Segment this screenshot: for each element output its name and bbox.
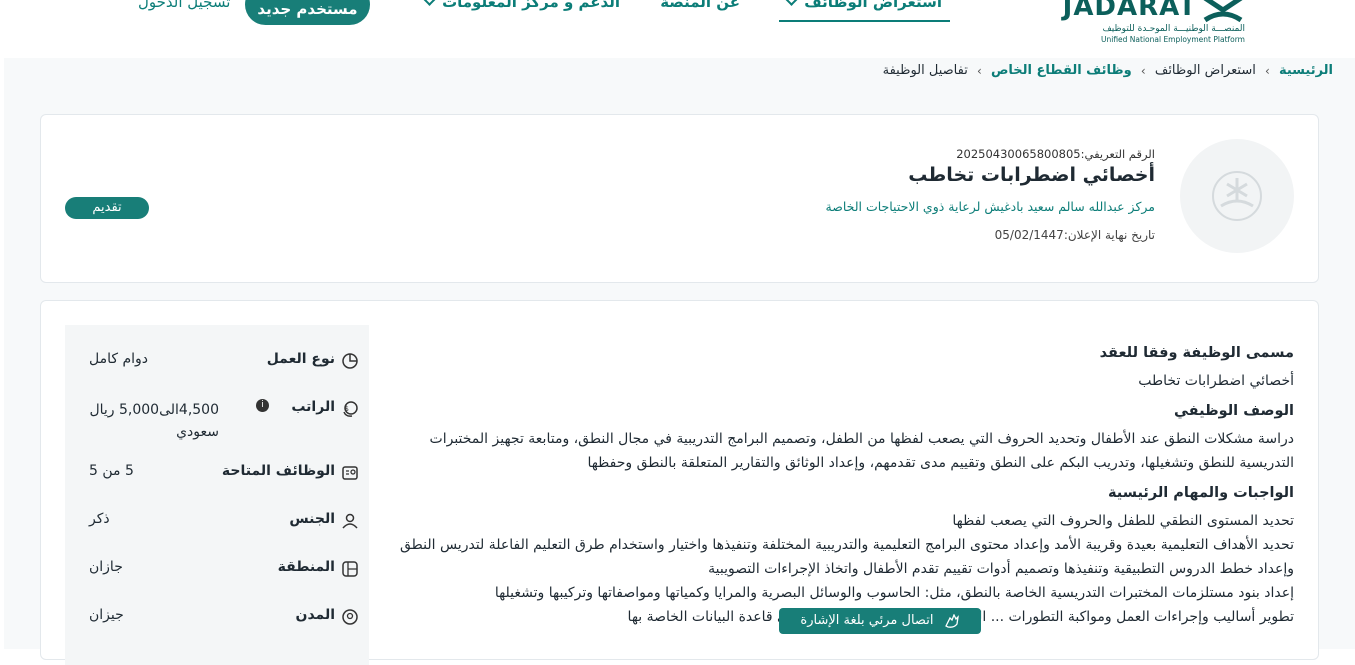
- sign-language-call-button[interactable]: اتصال مرئي بلغة الإشارة: [779, 608, 981, 634]
- info-icon[interactable]: i: [256, 399, 269, 412]
- breadcrumb-home[interactable]: الرئيسية: [1279, 63, 1333, 78]
- breadcrumb-separator-icon: ›: [976, 63, 982, 78]
- job-description: مسمى الوظيفة وفقا للعقد أخصائي اضطرابات …: [394, 337, 1294, 629]
- site-header: JADARAT المنصـــة الوطنيـــة الموحـدة لل…: [0, 0, 1355, 58]
- chevron-down-icon: [423, 0, 436, 6]
- announcement-end-date: تاريخ نهاية الإعلان:05/02/1447: [994, 228, 1155, 242]
- id-card-icon: [342, 466, 358, 480]
- fact-work-type: نوع العمل دوام كامل: [65, 349, 369, 379]
- map-icon: [342, 561, 358, 577]
- sign-language-hand-icon: [944, 613, 959, 628]
- fact-label: الوظائف المتاحة: [221, 463, 335, 479]
- job-summary-card: الرقم التعريفي:20250430065800805 أخصائي …: [40, 114, 1319, 283]
- user-icon: [342, 513, 358, 529]
- nav-about-platform[interactable]: عن المنصة: [660, 0, 740, 12]
- logo-emblem-icon: [1203, 0, 1243, 23]
- nav-browse-jobs[interactable]: استعراض الوظائف: [779, 0, 950, 22]
- breadcrumb-job-details: تفاصيل الوظيفة: [882, 63, 968, 78]
- svg-text:$: $: [345, 405, 349, 413]
- employer-name[interactable]: مركز عبدالله سالم سعيد بادغيش لرعاية ذوي…: [826, 199, 1156, 214]
- sign-language-label: اتصال مرئي بلغة الإشارة: [800, 613, 934, 628]
- breadcrumb-separator-icon: ›: [1265, 63, 1270, 78]
- login-link[interactable]: تسجيل الدخول: [138, 0, 230, 12]
- employer-avatar: [1180, 139, 1294, 253]
- logo-english-subtitle: Unified National Employment Platform: [1101, 35, 1245, 44]
- duty-item: تحديد المستوى النطقي للطفل والحروف التي …: [952, 513, 1294, 529]
- fact-region: المنطقة جازان: [65, 557, 369, 587]
- breadcrumb-separator-icon: ›: [1140, 63, 1146, 78]
- job-id: الرقم التعريفي:20250430065800805: [956, 147, 1155, 161]
- fact-label: الجنس: [289, 511, 335, 527]
- breadcrumb: الرئيسية › استعراض الوظائف › وظائف القطا…: [883, 63, 1333, 78]
- logo-arabic-subtitle: المنصـــة الوطنيـــة الموحـدة للتوظيف: [1102, 24, 1245, 34]
- chevron-down-icon: [785, 0, 799, 6]
- duty-item: تحديد الأهداف التعليمية بعيدة وقريبة الأ…: [399, 537, 1294, 577]
- money-icon: $: [343, 401, 358, 417]
- fact-available-jobs: الوظائف المتاحة 5 من 5: [65, 461, 369, 491]
- job-description-text: دراسة مشكلات النطق عند الأطفال وتحديد ال…: [429, 431, 1294, 471]
- fact-label: الراتب: [291, 399, 335, 415]
- pie-chart-icon: [342, 353, 358, 369]
- fact-salary: $ الراتب i 4,500الى5,000 ريال سعودي: [65, 397, 369, 447]
- job-facts-panel: نوع العمل دوام كامل $ الراتب i 4,500الى5…: [65, 325, 369, 665]
- breadcrumb-private-sector[interactable]: وظائف القطاع الخاص: [991, 63, 1132, 78]
- nav-about-label: عن المنصة: [660, 0, 740, 11]
- fact-value: جازان: [89, 559, 123, 575]
- fact-cities: المدن جيزان: [65, 605, 369, 635]
- logo-wordmark: JADARAT: [1062, 0, 1197, 22]
- nav-support-label: الدعم و مركز المعلومات: [442, 0, 620, 11]
- new-user-button[interactable]: مستخدم جديد: [245, 0, 370, 25]
- jadarat-logo[interactable]: JADARAT المنصـــة الوطنيـــة الموحـدة لل…: [1063, 0, 1245, 50]
- fact-value: 4,500الى5,000 ريال سعودي: [89, 402, 219, 440]
- job-details-card: نوع العمل دوام كامل $ الراتب i 4,500الى5…: [40, 300, 1319, 665]
- fact-label: المنطقة: [277, 559, 335, 575]
- fact-value: 5 من 5: [89, 463, 134, 479]
- breadcrumb-browse-jobs[interactable]: استعراض الوظائف: [1155, 63, 1256, 78]
- fact-value: دوام كامل: [89, 351, 149, 367]
- contract-title-text: أخصائي اضطرابات تخاطب: [1138, 373, 1294, 389]
- fact-label: المدن: [295, 607, 335, 623]
- employer-logo-icon: [1212, 171, 1262, 221]
- nav-browse-jobs-label: استعراض الوظائف: [804, 0, 942, 11]
- fact-gender: الجنس ذكر: [65, 509, 369, 539]
- contract-title-heading: مسمى الوظيفة وفقا للعقد: [1099, 345, 1294, 361]
- duties-heading: الواجبات والمهام الرئيسية: [1107, 485, 1294, 501]
- job-title: أخصائي اضطرابات تخاطب: [908, 164, 1155, 186]
- duty-item: إعداد بنود مستلزمات المختبرات التدريسية …: [494, 585, 1294, 601]
- apply-button[interactable]: تقديم: [65, 197, 149, 219]
- fact-value: ذكر: [89, 511, 110, 527]
- fact-value: جيزان: [89, 607, 124, 623]
- job-description-heading: الوصف الوظيفي: [1173, 403, 1294, 419]
- nav-support-center[interactable]: الدعم و مركز المعلومات: [423, 0, 620, 12]
- fact-label: نوع العمل: [266, 351, 335, 367]
- location-pin-icon: [342, 609, 358, 625]
